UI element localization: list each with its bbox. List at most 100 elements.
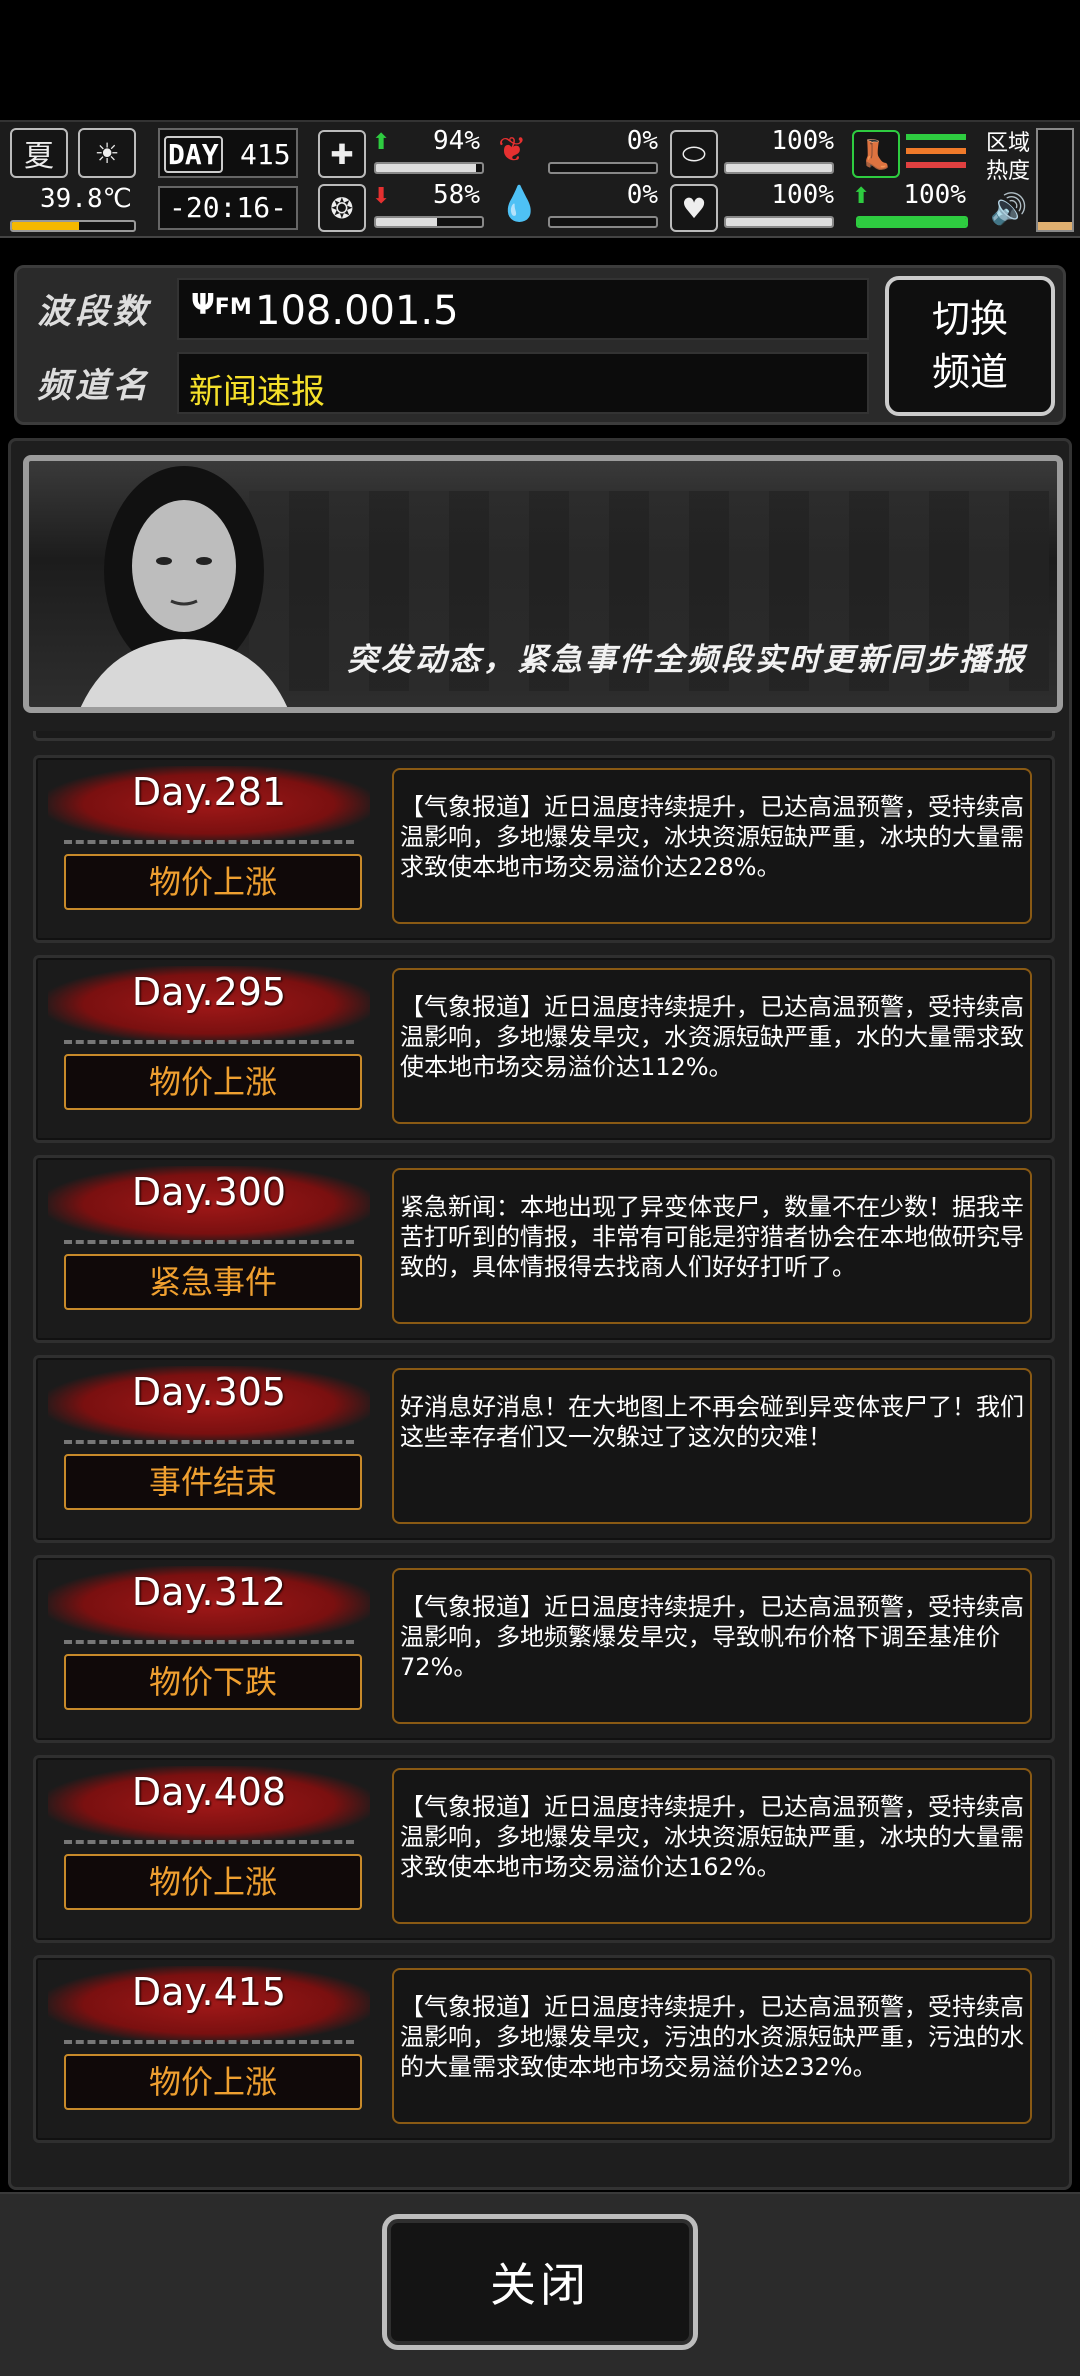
stomach-icon: ❦ [498, 130, 527, 170]
stat-mind-bar [374, 216, 484, 228]
temperature-bar-fill [12, 222, 80, 230]
stat-stamina-bar [856, 216, 968, 228]
stat-mood-bar-fill [726, 218, 832, 226]
news-item: Day.305 事件结束 好消息好消息！在大地图上不再会碰到异变体丧尸了！我们这些幸… [33, 1355, 1055, 1543]
news-tag: 物价上涨 [64, 854, 362, 910]
news-item-partial [33, 731, 1055, 741]
stat-hunger-bar [548, 162, 658, 174]
stat-hunger-value: 0% [626, 126, 658, 156]
news-day: Day.415 [131, 1970, 287, 2014]
news-text: 【气象报道】近日温度持续提升，已达高温预警，受持续高温影响，多地爆发旱灾，污浊的… [392, 1968, 1032, 2124]
stat-thirst-value: 0% [626, 180, 658, 210]
news-item: Day.312 物价下跌 【气象报道】近日温度持续提升，已达高温预警，受持续高温影响… [33, 1555, 1055, 1743]
medkit-icon: ✚ [318, 130, 366, 178]
news-text: 好消息好消息！在大地图上不再会碰到异变体丧尸了！我们这些幸存者们又一次躲过了这次… [392, 1368, 1032, 1524]
temperature-bar [10, 220, 136, 232]
level-line-green [906, 134, 966, 140]
stat-immunity-bar [724, 162, 834, 174]
dashed-divider [64, 1240, 354, 1244]
stat-immunity-bar-fill [726, 164, 832, 172]
switch-channel-line2: 频道 [931, 350, 1008, 394]
dashed-divider [64, 1440, 354, 1444]
news-tag: 物价上涨 [64, 1054, 362, 1110]
frequency-value: 108.001.5 [255, 288, 459, 334]
day-badge: DAY [164, 136, 223, 173]
region-label-2: 热度 [986, 159, 1031, 184]
switch-channel-line1: 切换 [931, 296, 1008, 341]
news-item: Day.300 紧急事件 紧急新闻：本地出现了异变体丧尸，数量不在少数！据我辛苦打听… [33, 1155, 1055, 1343]
stat-stamina-value: 100% [903, 180, 966, 210]
stat-mind-value: 58% [433, 180, 480, 210]
brain-icon: ❂ [318, 184, 366, 232]
blood-drop-icon: 💧 [498, 184, 541, 224]
stat-thirst-bar [548, 216, 658, 228]
season-label: 夏 [24, 139, 54, 174]
news-panel: 突发动态，紧急事件全频段实时更新同步播报 Day.281 物价上涨 【气象报道】近日… [8, 438, 1072, 2190]
speaker-icon[interactable]: 🔊 [990, 192, 1027, 227]
level-line-orange [906, 148, 966, 154]
news-item: Day.295 物价上涨 【气象报道】近日温度持续提升，已达高温预警，受持续高温影响… [33, 955, 1055, 1143]
news-banner: 突发动态，紧急事件全频段实时更新同步播报 [23, 455, 1063, 713]
anchor-portrait [80, 466, 288, 707]
news-day: Day.295 [131, 970, 287, 1014]
sun-icon: ☀ [78, 128, 136, 178]
heart-icon: ♥ [670, 184, 718, 232]
stat-health-bar-fill [376, 164, 476, 172]
news-item: Day.415 物价上涨 【气象报道】近日温度持续提升，已达高温预警，受持续高温影响… [33, 1955, 1055, 2143]
news-item: Day.281 物价上涨 【气象报道】近日温度持续提升，已达高温预警，受持续高温影响… [33, 755, 1055, 943]
level-line-red [906, 162, 966, 168]
news-day: Day.300 [131, 1170, 287, 1214]
news-text: 【气象报道】近日温度持续提升，已达高温预警，受持续高温影响，多地频繁爆发旱灾，导… [392, 1568, 1032, 1724]
day-number: 415 [240, 138, 291, 171]
news-tag: 物价下跌 [64, 1654, 362, 1710]
channel-name: 新闻速报 [189, 372, 325, 412]
region-heat-fill [1038, 222, 1072, 230]
antenna-icon: ΨFM [191, 288, 252, 321]
news-tag: 紧急事件 [64, 1254, 362, 1310]
dashed-divider [64, 1640, 354, 1644]
radio-panel: 波段数 ΨFM 108.001.5 频道名 新闻速报 切换 频道 [14, 265, 1066, 425]
stat-mind-bar-fill [376, 218, 438, 226]
dashed-divider [64, 2040, 354, 2044]
news-list[interactable]: Day.281 物价上涨 【气象报道】近日温度持续提升，已达高温预警，受持续高温影响… [29, 731, 1059, 2181]
dashed-divider [64, 1840, 354, 1844]
news-tag: 物价上涨 [64, 1854, 362, 1910]
pill-icon: ⬭ [670, 130, 718, 178]
region-heat-meter [1036, 128, 1074, 232]
stat-mood-bar [724, 216, 834, 228]
news-text: 【气象报道】近日温度持续提升，已达高温预警，受持续高温影响，多地爆发旱灾，冰块资… [392, 1768, 1032, 1924]
season-badge: 夏 [10, 128, 68, 178]
stat-stamina-bar-fill [858, 218, 966, 226]
banner-text: 突发动态，紧急事件全频段实时更新同步播报 [347, 642, 1027, 678]
news-item: Day.408 物价上涨 【气象报道】近日温度持续提升，已达高温预警，受持续高温影响… [33, 1755, 1055, 1943]
channel-field: 新闻速报 [177, 352, 869, 414]
fm-label: FM [214, 295, 252, 320]
news-day: Day.281 [131, 770, 287, 814]
news-text: 【气象报道】近日温度持续提升，已达高温预警，受持续高温影响，多地爆发旱灾，水资源… [392, 968, 1032, 1124]
channel-label: 频道名 [37, 366, 151, 406]
news-tag: 物价上涨 [64, 2054, 362, 2110]
region-heat-label: 区域 热度 [986, 130, 1030, 186]
news-tag: 事件结束 [64, 1454, 362, 1510]
status-bar: 夏 ☀ 39.8℃ DAY 415 -20:16- ✚ ⬆ 94% ❂ ⬇ 58… [0, 120, 1080, 238]
bottom-bar: 关闭 [0, 2192, 1080, 2376]
stat-health-value: 94% [433, 126, 480, 156]
dashed-divider [64, 840, 354, 844]
frequency-field: ΨFM 108.001.5 [177, 278, 869, 340]
close-button[interactable]: 关闭 [382, 2214, 698, 2350]
news-day: Day.408 [131, 1770, 287, 1814]
news-text: 【气象报道】近日温度持续提升，已达高温预警，受持续高温影响，多地爆发旱灾，冰块资… [392, 768, 1032, 924]
day-counter: DAY 415 [158, 128, 298, 178]
news-text: 紧急新闻：本地出现了异变体丧尸，数量不在少数！据我辛苦打听到的情报，非常有可能是… [392, 1168, 1032, 1324]
stat-mood-value: 100% [771, 180, 834, 210]
stat-immunity-value: 100% [771, 126, 834, 156]
band-label: 波段数 [37, 292, 151, 332]
news-day: Day.312 [131, 1570, 287, 1614]
region-label-1: 区域 [986, 131, 1031, 156]
news-day: Day.305 [131, 1370, 287, 1414]
switch-channel-button[interactable]: 切换 频道 [885, 276, 1055, 416]
game-clock: -20:16- [158, 186, 298, 230]
dashed-divider [64, 1040, 354, 1044]
boot-icon: 👢 [852, 130, 900, 178]
stat-health-bar [374, 162, 484, 174]
